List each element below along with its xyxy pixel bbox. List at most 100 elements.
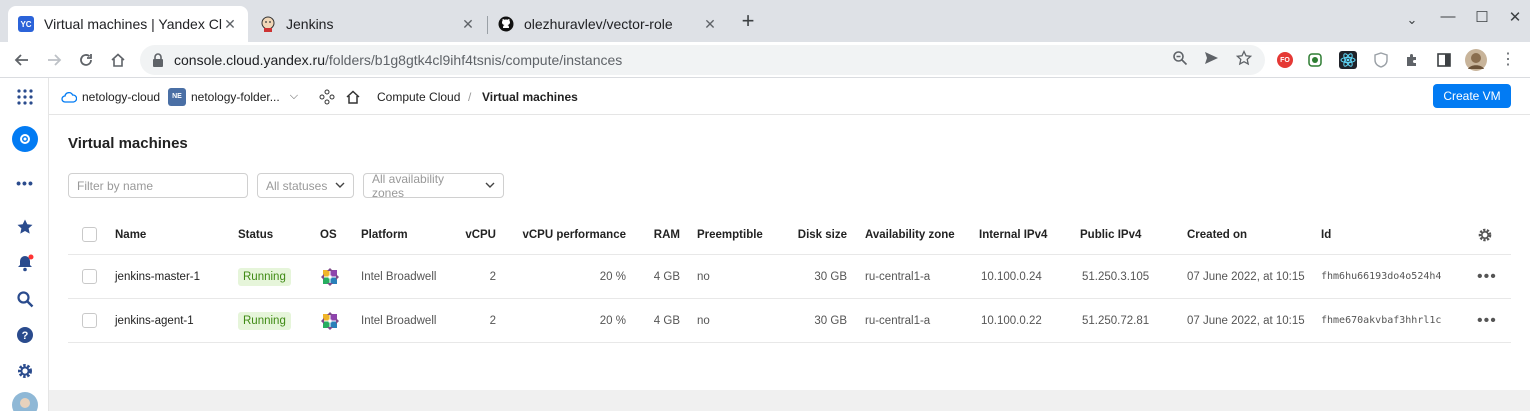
address-bar[interactable]: console.cloud.yandex.ru/folders/b1g8gtk4… — [140, 45, 1265, 75]
vm-ram: 4 GB — [653, 270, 680, 283]
side-panel-icon[interactable] — [1434, 50, 1454, 70]
chevron-down-icon — [485, 180, 495, 191]
close-tab-icon[interactable]: ✕ — [702, 16, 718, 33]
send-icon[interactable] — [1202, 49, 1220, 67]
create-vm-button[interactable]: Create VM — [1433, 84, 1511, 108]
col-status[interactable]: Status — [238, 215, 273, 254]
compute-cloud-icon[interactable] — [12, 126, 38, 152]
browser-toolbar: console.cloud.yandex.ru/folders/b1g8gtk4… — [0, 42, 1530, 78]
row-actions-menu-icon[interactable]: ••• — [1477, 299, 1497, 342]
browser-tab-jenkins[interactable]: Jenkins ✕ — [250, 6, 486, 42]
browser-tab-yandex[interactable]: YC Virtual machines | Yandex Clo ✕ — [8, 6, 248, 42]
settings-gear-icon[interactable] — [12, 358, 38, 384]
os-linux-icon — [320, 255, 340, 298]
react-devtools-icon[interactable] — [1338, 50, 1358, 70]
breadcrumb-folder[interactable]: NE netology-folder... ⌵ — [168, 78, 298, 115]
vm-vcpu: 2 — [489, 270, 496, 283]
breadcrumb-separator: / — [468, 89, 472, 104]
console-sidebar: ••• ? — [0, 78, 49, 411]
row-actions-menu-icon[interactable]: ••• — [1477, 255, 1497, 298]
help-icon[interactable]: ? — [12, 322, 38, 348]
breadcrumb-cloud[interactable]: netology-cloud — [61, 78, 160, 115]
notifications-bell-icon[interactable] — [12, 250, 38, 276]
row-checkbox[interactable] — [82, 255, 97, 298]
maximize-icon[interactable]: ☐ — [1467, 8, 1497, 26]
vm-platform: Intel Broadwell — [361, 270, 437, 283]
vm-preemptible: no — [697, 314, 710, 327]
col-os[interactable]: OS — [320, 215, 337, 254]
extension-fo-icon[interactable]: FO — [1275, 50, 1295, 70]
col-vcpu-performance[interactable]: vCPU performance — [498, 215, 626, 254]
home-icon[interactable] — [106, 48, 130, 72]
col-id[interactable]: Id — [1321, 215, 1331, 254]
col-public-ipv4[interactable]: Public IPv4 — [1080, 215, 1141, 254]
back-icon[interactable] — [10, 48, 34, 72]
table-settings-gear-icon[interactable] — [1477, 215, 1493, 254]
close-window-icon[interactable]: ✕ — [1500, 8, 1530, 26]
breadcrumb-service[interactable]: Compute Cloud — [377, 78, 460, 115]
extension-puzzle-green-icon[interactable] — [1305, 50, 1325, 70]
extension-badge-label: FO — [1277, 52, 1293, 68]
console-header: netology-cloud NE netology-folder... ⌵ C… — [49, 78, 1530, 115]
col-vcpu[interactable]: vCPU — [448, 215, 496, 254]
vm-name[interactable]: jenkins-master-1 — [115, 255, 200, 298]
favorites-star-icon[interactable] — [12, 214, 38, 240]
cloud-name: netology-cloud — [82, 89, 161, 104]
col-platform[interactable]: Platform — [361, 215, 408, 254]
reload-icon[interactable] — [74, 48, 98, 72]
new-tab-button[interactable]: + — [736, 10, 760, 34]
col-preemptible[interactable]: Preemptible — [697, 215, 763, 254]
col-created-on[interactable]: Created on — [1187, 215, 1247, 254]
chevron-down-icon: ⌵ — [289, 90, 299, 102]
select-all-checkbox[interactable] — [82, 215, 97, 254]
status-badge-label: Running — [238, 267, 291, 286]
col-name[interactable]: Name — [115, 215, 146, 254]
home-breadcrumb-icon[interactable] — [345, 78, 361, 115]
shield-icon[interactable] — [1371, 50, 1391, 70]
table-row[interactable]: jenkins-agent-1 Running Intel Broadwell … — [68, 299, 1511, 343]
extensions-puzzle-icon[interactable] — [1402, 50, 1422, 70]
col-disk-size[interactable]: Disk size — [778, 215, 847, 254]
services-grid-icon[interactable] — [12, 84, 38, 110]
vm-vcpu: 2 — [489, 314, 496, 327]
service-network-icon[interactable] — [319, 78, 335, 115]
yandex-cloud-favicon: YC — [18, 16, 34, 32]
col-ram[interactable]: RAM — [638, 215, 680, 254]
vm-disk-size: 30 GB — [814, 314, 847, 327]
breadcrumb-current: Virtual machines — [482, 78, 578, 115]
close-tab-icon[interactable]: ✕ — [460, 16, 476, 33]
tab-title: olezhuravlev/vector-role — [524, 16, 673, 32]
search-icon[interactable] — [12, 286, 38, 312]
close-tab-icon[interactable]: ✕ — [222, 16, 238, 33]
horizontal-scrollbar[interactable] — [49, 390, 1530, 411]
vm-platform: Intel Broadwell — [361, 314, 437, 327]
user-avatar[interactable] — [12, 392, 38, 411]
url-path: /folders/b1g8gtk4cl9ihf4tsnis/compute/in… — [325, 52, 623, 68]
col-availability-zone[interactable]: Availability zone — [865, 215, 955, 254]
os-linux-icon — [320, 299, 340, 342]
browser-menu-icon[interactable]: ⋮ — [1498, 50, 1518, 70]
vm-vcpu-performance: 20 % — [599, 314, 626, 327]
browser-tab-github[interactable]: olezhuravlev/vector-role ✕ — [488, 6, 728, 42]
bookmark-star-icon[interactable] — [1235, 49, 1253, 67]
profile-avatar[interactable] — [1465, 49, 1487, 71]
col-internal-ipv4[interactable]: Internal IPv4 — [979, 215, 1047, 254]
forward-icon[interactable] — [42, 48, 66, 72]
vm-name[interactable]: jenkins-agent-1 — [115, 299, 194, 342]
tab-search-chevron-icon[interactable]: ⌄ — [1397, 12, 1427, 28]
tab-title: Virtual machines | Yandex Clo — [44, 16, 222, 32]
more-services-icon[interactable]: ••• — [12, 170, 38, 196]
zoom-icon[interactable] — [1171, 49, 1189, 67]
vm-internal-ip: 10.100.0.24 — [981, 270, 1042, 283]
zone-filter-select[interactable]: All availability zones — [363, 172, 504, 200]
vm-id: fhm6hu66193do4o524h4 — [1321, 271, 1442, 282]
filter-by-name-input[interactable]: Filter by name — [68, 173, 248, 198]
vm-public-ip: 51.250.72.81 — [1082, 314, 1150, 327]
browser-tabstrip: YC Virtual machines | Yandex Clo ✕ Jenki… — [0, 0, 1530, 42]
minimize-icon[interactable]: — — [1433, 8, 1463, 25]
row-checkbox[interactable] — [82, 299, 97, 342]
status-badge: Running — [238, 299, 291, 342]
vm-id: fhme670akvbaf3hhrl1c — [1321, 315, 1442, 326]
status-filter-select[interactable]: All statuses — [257, 173, 354, 198]
table-row[interactable]: jenkins-master-1 Running Intel Broadwell… — [68, 255, 1511, 299]
